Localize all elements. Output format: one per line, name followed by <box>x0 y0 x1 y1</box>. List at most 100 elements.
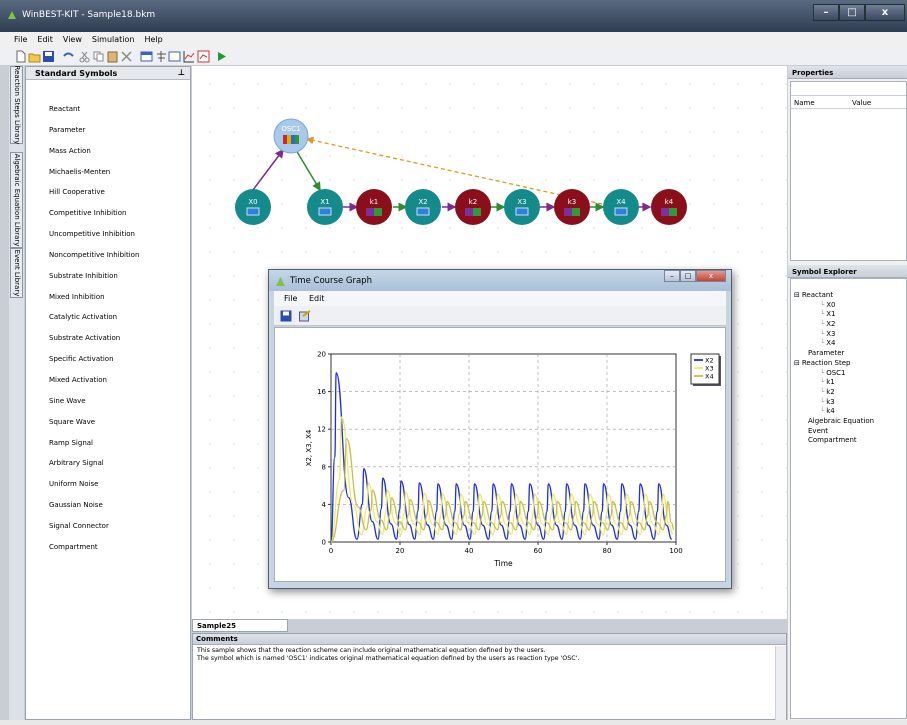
symbol-item[interactable]: Ramp Signal <box>49 439 139 460</box>
tab-reaction-steps-library[interactable]: Reaction Steps Library <box>10 66 23 144</box>
symbol-item[interactable]: Gaussian Noise <box>49 501 139 522</box>
menu-simulation[interactable]: Simulation <box>92 35 135 44</box>
comments-panel: Comments This sample shows that the reac… <box>192 633 787 720</box>
chart-window-icon[interactable] <box>197 50 210 63</box>
symbol-item[interactable]: Mixed Activation <box>49 376 139 397</box>
menu-edit[interactable]: Edit <box>37 35 53 44</box>
graph-minimize-button[interactable]: – <box>664 270 680 282</box>
tree-node[interactable]: Event <box>794 427 874 437</box>
cut-icon[interactable] <box>78 50 91 63</box>
symbol-item[interactable]: Specific Activation <box>49 355 139 376</box>
symbol-item[interactable]: Substrate Activation <box>49 334 139 355</box>
symbol-item[interactable]: Noncompetitive Inhibition <box>49 251 139 272</box>
symbol-item[interactable]: Mixed Inhibition <box>49 293 139 314</box>
open-folder-icon[interactable] <box>28 50 41 63</box>
graph-menu-file[interactable]: File <box>284 294 297 303</box>
reactant-node[interactable]: X4 <box>603 189 639 225</box>
reactant-node[interactable]: X0 <box>235 189 271 225</box>
tree-node-label: Parameter <box>808 349 845 358</box>
run-simulation-icon[interactable] <box>215 50 228 63</box>
paste-icon[interactable] <box>106 50 119 63</box>
tree-branch-line: └ <box>820 339 825 348</box>
tab-event-library[interactable]: Event Library <box>10 248 23 298</box>
symbol-item[interactable]: Sine Wave <box>49 397 139 418</box>
symbol-item[interactable]: Square Wave <box>49 418 139 439</box>
symbol-item[interactable]: Arbitrary Signal <box>49 459 139 480</box>
properties-selector[interactable] <box>791 82 906 96</box>
tree-node[interactable]: ⊟ Reaction Step <box>794 359 874 369</box>
graph-menu-edit[interactable]: Edit <box>309 294 325 303</box>
copy-icon[interactable] <box>92 50 105 63</box>
menu-file[interactable]: File <box>14 35 27 44</box>
properties-grid[interactable]: Name Value <box>790 81 907 261</box>
tree-node[interactable]: Compartment <box>794 436 874 446</box>
tree-node-label: Reaction Step <box>801 358 851 367</box>
save-icon[interactable] <box>280 310 292 322</box>
reaction-step-node[interactable]: k3 <box>554 189 590 225</box>
reactant-node[interactable]: X3 <box>504 189 540 225</box>
app-icon <box>276 277 285 286</box>
close-button[interactable]: x <box>865 4 905 21</box>
tree-node[interactable]: └ OSC1 <box>794 369 874 379</box>
tree-node[interactable]: └ k3 <box>794 398 874 408</box>
symbol-item[interactable]: Substrate Inhibition <box>49 272 139 293</box>
symbol-item[interactable]: Parameter <box>49 126 139 147</box>
symbol-item[interactable]: Mass Action <box>49 147 139 168</box>
symbol-item[interactable]: Compartment <box>49 543 139 564</box>
maximize-button[interactable]: □ <box>839 4 865 21</box>
reactant-node[interactable]: X1 <box>307 189 343 225</box>
tree-node[interactable]: Algebraic Equation <box>794 417 874 427</box>
tree-node[interactable]: ⊟ Reactant <box>794 291 874 301</box>
reaction-step-node[interactable]: k4 <box>651 189 687 225</box>
tree-node[interactable]: Parameter <box>794 349 874 359</box>
symbol-item[interactable]: Signal Connector <box>49 522 139 543</box>
minimize-button[interactable]: – <box>813 4 839 21</box>
comments-text[interactable]: This sample shows that the reaction sche… <box>193 645 786 665</box>
tree-node[interactable]: └ X0 <box>794 301 874 311</box>
tree-node[interactable]: └ X1 <box>794 310 874 320</box>
symbol-item[interactable]: Competitive Inhibition <box>49 209 139 230</box>
tree-branch-line: └ <box>820 300 825 309</box>
table-icon[interactable] <box>168 50 181 63</box>
symbol-item[interactable]: Hill Cooperative <box>49 188 139 209</box>
status-bar <box>0 720 907 725</box>
tree-branch-line: └ <box>820 310 825 319</box>
tree-node[interactable]: └ k2 <box>794 388 874 398</box>
tree-node-label: Event <box>808 426 829 435</box>
tree-node[interactable]: └ k1 <box>794 378 874 388</box>
delete-icon[interactable] <box>120 50 133 63</box>
symbol-item[interactable]: Michaelis-Menten <box>49 168 139 189</box>
symbol-item[interactable]: Uncompetitive Inhibition <box>49 230 139 251</box>
symbol-explorer-tree[interactable]: ⊟ Reactant └ X0 └ X1 └ X2 └ X3 └ X4 Parameter ⊟ Reacti… <box>790 278 907 719</box>
reaction-step-node[interactable]: k1 <box>356 189 392 225</box>
undo-icon[interactable] <box>62 50 75 63</box>
reactant-node[interactable]: X2 <box>405 189 441 225</box>
tree-node[interactable]: └ k4 <box>794 407 874 417</box>
symbol-item[interactable]: Reactant <box>49 105 139 126</box>
comments-scrollbar[interactable] <box>775 646 786 720</box>
menu-view[interactable]: View <box>63 35 82 44</box>
symbol-item[interactable]: Uniform Noise <box>49 480 139 501</box>
save-icon[interactable] <box>42 50 55 63</box>
reaction-step-node[interactable]: k2 <box>455 189 491 225</box>
osc-step-node[interactable]: OSC1 <box>273 118 309 154</box>
window-icon[interactable] <box>140 50 153 63</box>
tree-node[interactable]: └ X3 <box>794 330 874 340</box>
new-file-icon[interactable] <box>14 50 27 63</box>
align-icon[interactable] <box>155 50 168 63</box>
properties-title: Properties <box>788 66 907 79</box>
collapse-icon[interactable]: ⊟ <box>794 359 800 367</box>
symbol-item[interactable]: Catalytic Activation <box>49 313 139 334</box>
graph-close-button[interactable]: x <box>696 270 726 282</box>
tab-sample25[interactable]: Sample25 <box>192 619 288 632</box>
graph-maximize-button[interactable]: □ <box>680 270 696 282</box>
collapse-icon[interactable]: ⊟ <box>794 291 800 299</box>
graph-icon[interactable] <box>182 50 195 63</box>
x-tick-label: 20 <box>396 547 405 555</box>
tree-node[interactable]: └ X4 <box>794 339 874 349</box>
menu-help[interactable]: Help <box>145 35 163 44</box>
graph-settings-icon[interactable] <box>299 310 311 322</box>
tab-algebraic-equation-library[interactable]: Algebraic Equation Library <box>10 152 23 248</box>
pin-icon[interactable]: ⊥ <box>178 68 185 77</box>
tree-node[interactable]: └ X2 <box>794 320 874 330</box>
